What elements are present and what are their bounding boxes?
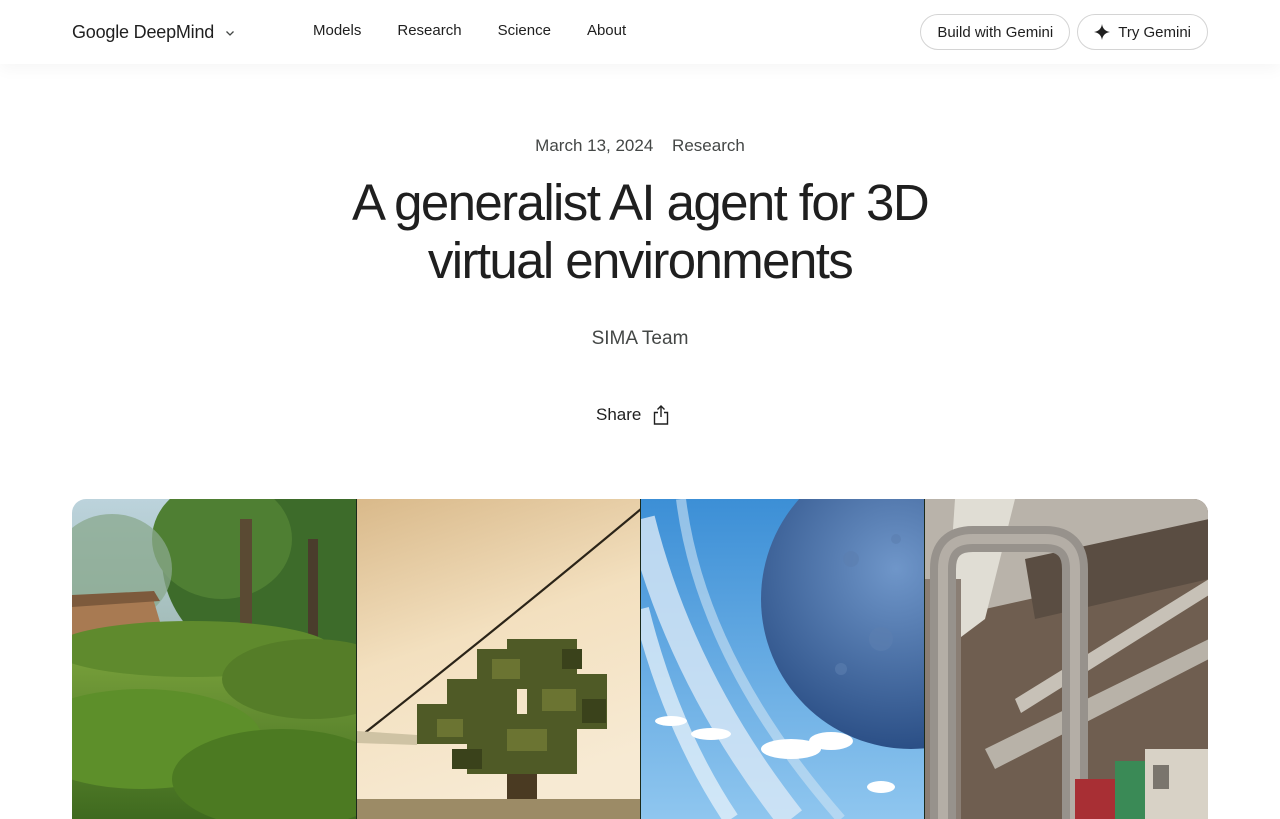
build-with-gemini-button[interactable]: Build with Gemini — [920, 14, 1071, 50]
share-label: Share — [596, 405, 642, 424]
try-gemini-label: Try Gemini — [1118, 23, 1191, 41]
article-author: SIMA Team — [591, 328, 689, 349]
deepmind-logo[interactable]: Google DeepMind — [72, 18, 236, 46]
nav-item-research[interactable]: Research — [397, 20, 461, 42]
article-date: March 13, 2024 — [535, 136, 654, 155]
article-meta: March 13, 2024 Research — [0, 136, 1280, 156]
share-icon — [651, 404, 671, 426]
header-actions: Build with Gemini Try Gemini — [920, 14, 1208, 50]
blocky-sunset-scene — [356, 499, 640, 819]
try-gemini-button[interactable]: Try Gemini — [1077, 14, 1208, 50]
forest-game-scene — [72, 499, 356, 819]
nav-item-models[interactable]: Models — [313, 20, 361, 42]
logo-text: Google DeepMind — [72, 21, 215, 42]
article-title: A generalist AI agent for 3D virtual env… — [351, 174, 930, 289]
planet-sky-scene — [640, 499, 924, 819]
nav-item-about[interactable]: About — [587, 20, 626, 42]
site-header: Google DeepMind Models Research Science … — [0, 0, 1280, 64]
sparkle-icon — [1094, 24, 1111, 40]
main-nav: Models Research Science About — [313, 20, 626, 42]
nav-item-science[interactable]: Science — [498, 20, 551, 42]
warehouse-interior-scene — [924, 499, 1208, 819]
chevron-down-icon[interactable] — [224, 26, 236, 38]
article-category-link[interactable]: Research — [672, 136, 745, 155]
hero-media[interactable] — [72, 499, 1208, 819]
build-with-gemini-label: Build with Gemini — [937, 23, 1054, 41]
share-button[interactable]: Share — [596, 402, 671, 428]
